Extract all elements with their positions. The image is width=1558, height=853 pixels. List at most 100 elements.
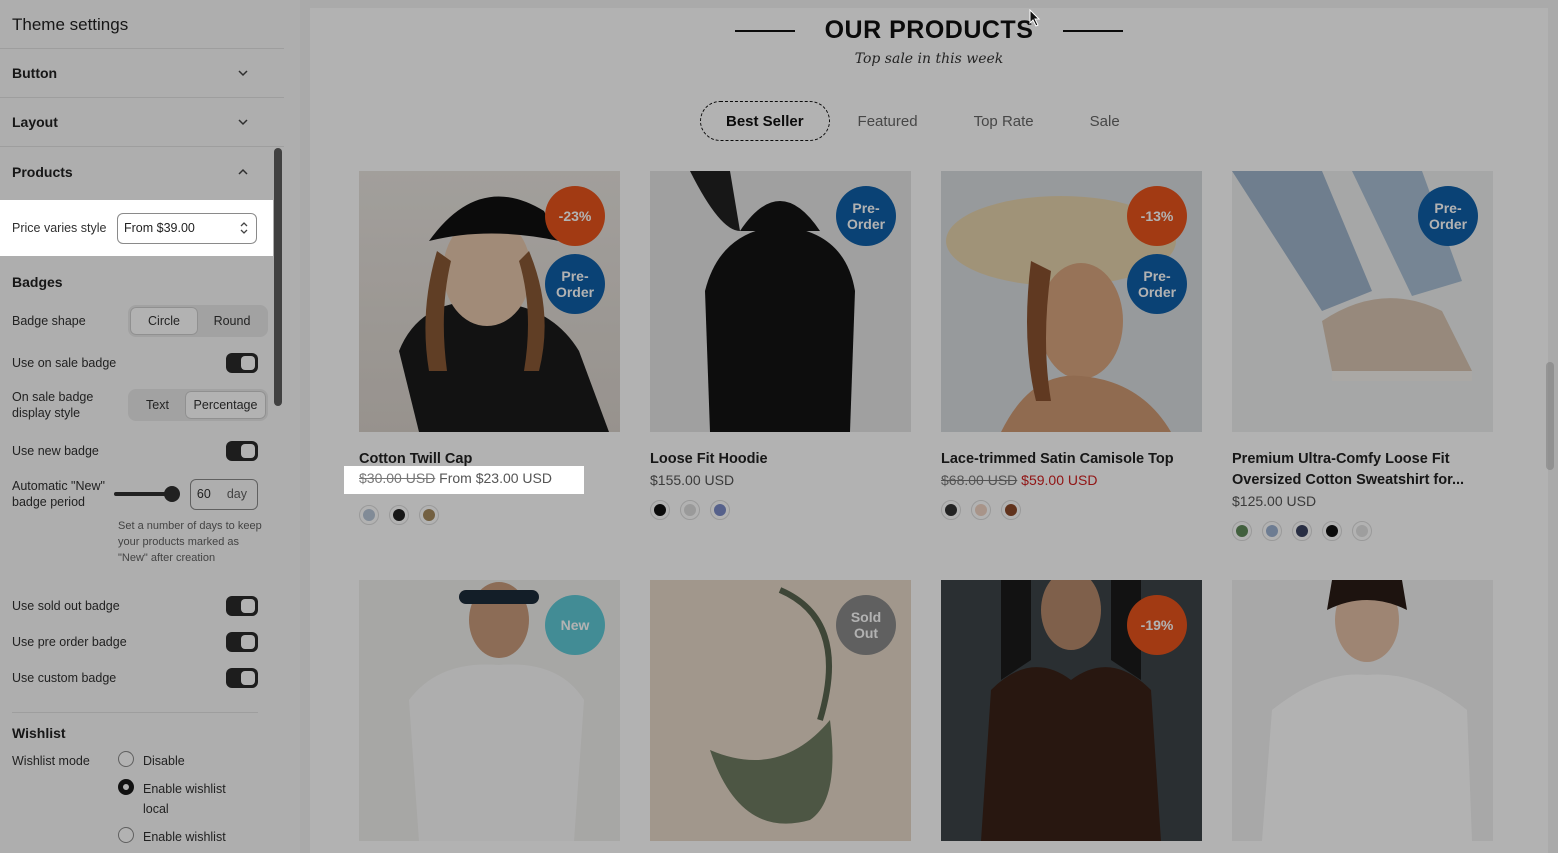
auto-new-input[interactable]: 60 day	[189, 478, 258, 510]
store-preview: OUR PRODUCTS Top sale in this week Best …	[310, 8, 1548, 853]
product-image[interactable]: New	[359, 580, 620, 841]
on-sale-style-segmented: Text Percentage	[128, 389, 268, 421]
on-sale-style-label: On sale badge display style	[12, 390, 94, 420]
product-image[interactable]: Sold Out	[650, 580, 911, 841]
swatch[interactable]	[1001, 500, 1021, 520]
on-sale-style-percentage[interactable]: Percentage	[185, 391, 266, 419]
auto-new-slider[interactable]	[114, 486, 180, 502]
use-on-sale-toggle[interactable]	[226, 353, 258, 373]
section-products[interactable]: Products	[0, 147, 284, 196]
option-label: Disable	[143, 754, 185, 768]
product-card[interactable]: -23% Pre- Order Cotton Twill Cap $30.00 …	[344, 171, 620, 525]
on-sale-style-row: On sale badge display style Text Percent…	[0, 384, 284, 426]
swatch[interactable]	[680, 500, 700, 520]
swatch[interactable]	[1352, 521, 1372, 541]
pre-order-badge: Pre- Order	[836, 186, 896, 246]
product-name[interactable]: Premium Ultra-Comfy Loose Fit Oversized …	[1232, 449, 1493, 491]
price-varies-value: From $39.00	[124, 221, 195, 235]
swatch[interactable]	[419, 505, 439, 525]
badge-shape-row: Badge shape Circle Round	[0, 300, 284, 342]
section-layout[interactable]: Layout	[0, 98, 284, 147]
tab-featured[interactable]: Featured	[830, 101, 946, 141]
product-card[interactable]	[1232, 580, 1493, 841]
use-pre-order-toggle[interactable]	[226, 632, 258, 652]
use-sold-out-toggle[interactable]	[226, 596, 258, 616]
tab-sale[interactable]: Sale	[1062, 101, 1148, 141]
product-name[interactable]: Loose Fit Hoodie	[650, 449, 911, 470]
swatch[interactable]	[389, 505, 409, 525]
color-swatches	[650, 500, 911, 520]
use-new-toggle[interactable]	[226, 441, 258, 461]
wishlist-heading: Wishlist	[12, 725, 66, 741]
use-pre-order-label: Use pre order badge	[12, 635, 127, 649]
price-varies-label: Price varies style	[12, 221, 107, 235]
swatch[interactable]	[971, 500, 991, 520]
wishlist-mode-row: Wishlist mode Disable Enable wishlist lo…	[0, 751, 284, 847]
color-swatches	[1232, 521, 1493, 541]
sidebar-scrollbar[interactable]	[274, 148, 282, 406]
current-price: $155.00 USD	[650, 472, 735, 488]
chevron-down-icon	[238, 119, 248, 126]
swatch[interactable]	[941, 500, 961, 520]
wishlist-option-enable[interactable]: Enable wishlist	[118, 827, 238, 847]
on-sale-style-text[interactable]: Text	[130, 391, 185, 419]
price-varies-select[interactable]: From $39.00	[117, 212, 257, 244]
product-image[interactable]: -19%	[941, 580, 1202, 841]
color-swatches	[941, 500, 1202, 520]
swatch[interactable]	[1262, 521, 1282, 541]
section-button[interactable]: Button	[0, 49, 284, 98]
use-custom-label: Use custom badge	[12, 671, 117, 685]
tab-best-seller[interactable]: Best Seller	[700, 101, 830, 141]
product-image[interactable]: Pre- Order	[1232, 171, 1493, 432]
product-card[interactable]: Sold Out	[650, 580, 911, 841]
select-arrows-icon	[240, 222, 248, 234]
swatch[interactable]	[1292, 521, 1312, 541]
swatch[interactable]	[1232, 521, 1252, 541]
product-name[interactable]: Lace-trimmed Satin Camisole Top	[941, 449, 1202, 470]
use-sold-out-row: Use sold out badge	[0, 588, 284, 624]
page-scrollbar[interactable]	[1546, 362, 1554, 470]
auto-new-value: 60	[196, 487, 211, 501]
product-image[interactable]	[1232, 580, 1493, 841]
use-custom-toggle[interactable]	[226, 668, 258, 688]
badge-shape-segmented: Circle Round	[128, 305, 268, 337]
mouse-cursor-icon	[1029, 9, 1041, 27]
swatch[interactable]	[359, 505, 379, 525]
section-label: Layout	[12, 114, 58, 130]
section-label: Products	[12, 163, 73, 180]
product-image[interactable]: Pre- Order	[650, 171, 911, 432]
use-custom-row: Use custom badge	[0, 660, 284, 696]
product-tabs: Best Seller Featured Top Rate Sale	[700, 101, 1148, 141]
option-label: Enable wishlist local	[143, 782, 226, 816]
wishlist-option-disable[interactable]: Disable	[118, 751, 238, 771]
products-heading: OUR PRODUCTS	[734, 16, 1124, 45]
swatch[interactable]	[710, 500, 730, 520]
badge-shape-round[interactable]: Round	[198, 307, 266, 335]
swatch[interactable]	[1322, 521, 1342, 541]
wishlist-mode-options: Disable Enable wishlist local Enable wis…	[118, 751, 238, 847]
color-swatches	[359, 505, 620, 525]
sale-price: $59.00 USD	[1021, 472, 1098, 488]
tab-top-rate[interactable]: Top Rate	[946, 101, 1062, 141]
wishlist-option-local[interactable]: Enable wishlist local	[118, 779, 238, 819]
heading-rule-left	[734, 29, 795, 32]
use-new-label: Use new badge	[12, 444, 99, 458]
sale-badge: -23%	[545, 186, 605, 246]
product-card[interactable]: -19%	[941, 580, 1202, 841]
old-price: $30.00 USD	[359, 470, 436, 486]
sale-badge: -19%	[1127, 595, 1187, 655]
product-card[interactable]: Pre- Order Loose Fit Hoodie $155.00 USD	[650, 171, 911, 520]
product-image[interactable]: -13% Pre- Order	[941, 171, 1202, 432]
use-sold-out-label: Use sold out badge	[12, 599, 120, 613]
product-card[interactable]: New	[359, 580, 620, 841]
swatch[interactable]	[650, 500, 670, 520]
pre-order-badge: Pre- Order	[1127, 254, 1187, 314]
badge-shape-circle[interactable]: Circle	[130, 307, 198, 335]
auto-new-row: Automatic "New" badge period 60 day	[0, 476, 284, 512]
theme-settings-sidebar: Theme settings Button Layout Products Pr…	[0, 0, 300, 853]
product-image[interactable]: -23% Pre- Order	[359, 171, 620, 432]
badges-heading: Badges	[12, 274, 63, 290]
product-card[interactable]: Pre- Order Premium Ultra-Comfy Loose Fit…	[1232, 171, 1493, 541]
price-varies-row: Price varies style From $39.00	[0, 200, 273, 256]
product-card[interactable]: -13% Pre- Order Lace-trimmed Satin Camis…	[941, 171, 1202, 520]
